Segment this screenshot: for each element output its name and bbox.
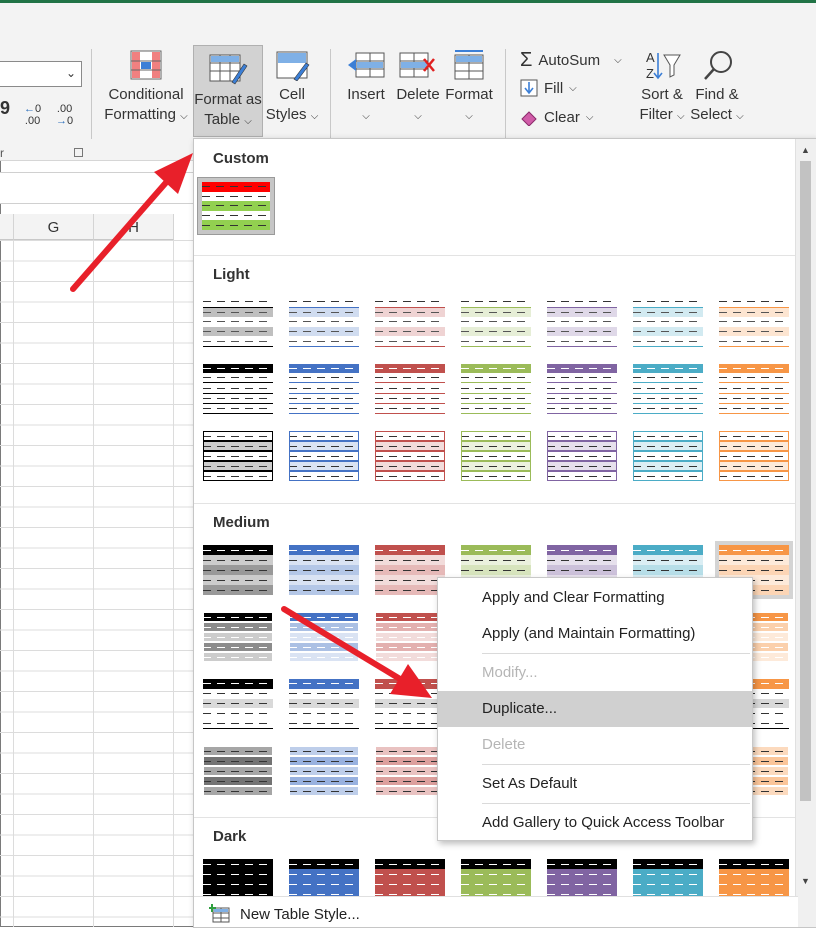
format-as-table-icon [209,54,248,85]
swatch-light-1-4[interactable] [457,293,535,351]
swatch-light-1-1[interactable] [199,293,277,351]
delete-button[interactable]: Delete ⌵ [394,49,442,135]
menu-item-apply-and-maintain-formatting[interactable]: Apply (and Maintain Formatting) [438,616,752,652]
conditional-formatting-icon [130,50,162,80]
delete-cells-icon [399,52,435,78]
menu-item-modify: Modify... [482,664,538,681]
swatch-light-2-7[interactable] [715,360,793,418]
style-context-menu: Apply and Clear Formatting Apply (and Ma… [437,577,753,841]
format-cells-icon [454,50,484,80]
menu-item-set-as-default[interactable]: Set As Default [438,766,752,802]
gallery-scrollbar[interactable]: ▲ ▼ [795,139,816,927]
conditional-formatting-button[interactable]: Conditional Formatting ⌵ [101,49,191,135]
swatch-light-2-5[interactable] [543,360,621,418]
column-header-g[interactable]: G [14,214,94,240]
fill-down-icon [520,79,538,97]
sort-filter-icon: A Z [646,50,681,81]
swatch-medium-4-1[interactable] [199,742,277,800]
section-title-medium: Medium [213,514,270,531]
swatch-light-3-6[interactable] [629,427,707,485]
swatch-light-3-2[interactable] [285,427,363,485]
swatch-custom[interactable] [197,177,275,235]
section-title-custom: Custom [213,150,269,167]
eraser-icon [521,111,537,126]
menu-item-add-gallery-to-qat[interactable]: Add Gallery to Quick Access Toolbar [438,805,752,841]
find-select-button[interactable]: Find & Select ⌵ [690,49,744,135]
clear-button[interactable]: Clear ⌵ [520,108,593,126]
sort-filter-button[interactable]: A Z Sort & Filter ⌵ [634,49,690,135]
svg-text:Z: Z [646,66,654,81]
swatch-light-1-7[interactable] [715,293,793,351]
increase-decimal-button[interactable]: ←0.00 [24,103,41,127]
section-divider [194,503,798,504]
swatch-light-1-2[interactable] [285,293,363,351]
group-divider [505,49,506,139]
fill-button[interactable]: Fill ⌵ [520,79,577,97]
menu-separator [482,803,750,804]
font-size-dropdown[interactable]: ⌄ [0,61,82,87]
insert-button[interactable]: Insert ⌵ [340,49,392,135]
swatch-light-3-3[interactable] [371,427,449,485]
chevron-down-icon: ⌄ [65,66,76,80]
decrease-decimal-button[interactable]: .00 →0 [56,103,73,127]
svg-text:A: A [646,50,655,65]
swatch-medium-1-1[interactable] [199,541,277,599]
swatch-light-2-1[interactable] [199,360,277,418]
sigma-icon: Σ [520,49,533,71]
new-table-style-item[interactable]: New Table Style... [194,896,798,927]
scroll-down-icon[interactable]: ▼ [801,876,810,886]
swatch-light-2-3[interactable] [371,360,449,418]
swatch-light-1-6[interactable] [629,293,707,351]
column-header[interactable] [0,214,14,240]
swatch-medium-3-2[interactable] [285,675,363,733]
cell-styles-icon [276,51,310,81]
autosum-button[interactable]: Σ AutoSum ⌵ [520,49,622,72]
format-as-table-button[interactable]: Format as Table ⌵ [193,45,263,137]
swatch-light-3-4[interactable] [457,427,535,485]
format-button[interactable]: Format ⌵ [444,49,494,135]
magnifier-icon [704,51,732,80]
swatch-light-3-5[interactable] [543,427,621,485]
formula-bar[interactable] [0,172,200,204]
swatch-medium-3-1[interactable] [199,675,277,733]
swatch-medium-4-2[interactable] [285,742,363,800]
swatch-medium-2-2[interactable] [285,608,363,666]
cell-styles-button[interactable]: Cell Styles ⌵ [264,49,320,135]
group-divider [91,49,92,139]
menu-separator [482,764,750,765]
menu-item-apply-and-clear-formatting[interactable]: Apply and Clear Formatting [438,580,752,616]
swatch-light-3-7[interactable] [715,427,793,485]
swatch-medium-1-2[interactable] [285,541,363,599]
section-title-dark: Dark [213,828,247,845]
column-header-h[interactable]: H [94,214,174,240]
worksheet-grid[interactable] [0,240,200,927]
swatch-light-1-5[interactable] [543,293,621,351]
new-table-style-label: New Table Style... [240,906,360,923]
swatch-light-2-2[interactable] [285,360,363,418]
group-divider [330,49,331,139]
menu-separator [482,653,750,654]
swatch-light-1-3[interactable] [371,293,449,351]
insert-cells-icon [348,52,385,78]
swatch-medium-2-1[interactable] [199,608,277,666]
menu-item-delete: Delete [482,736,526,753]
swatch-light-2-4[interactable] [457,360,535,418]
menu-item-duplicate[interactable]: Duplicate... [438,691,752,727]
swatch-light-2-6[interactable] [629,360,707,418]
swatch-light-3-1[interactable] [199,427,277,485]
scrollbar-thumb[interactable] [800,161,811,801]
new-table-style-icon [209,904,230,923]
comma-style-icon[interactable]: 9 [0,99,10,117]
scroll-up-icon[interactable]: ▲ [801,145,810,155]
dialog-launcher-icon[interactable] [74,148,83,157]
section-title-light: Light [213,266,250,283]
number-group-label: r [0,146,4,160]
section-divider [194,255,798,256]
